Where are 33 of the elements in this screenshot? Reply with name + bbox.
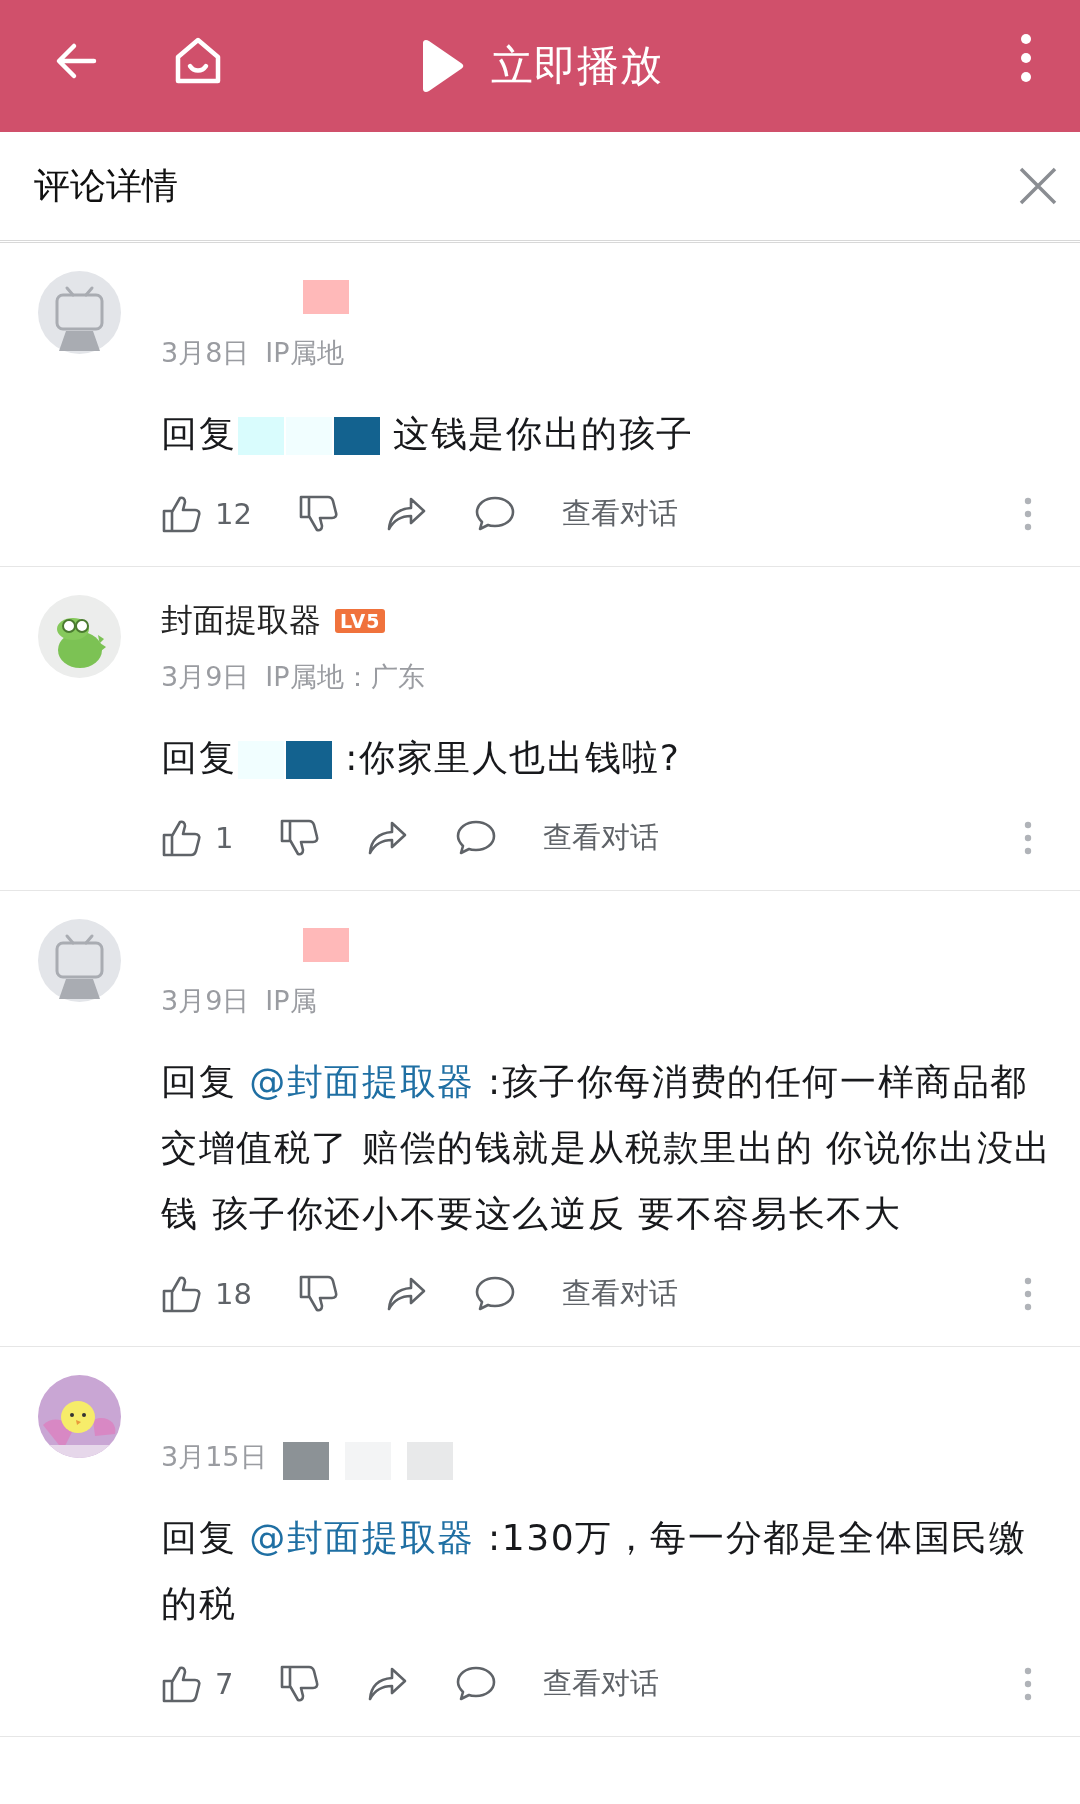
like-count: 7 — [215, 1667, 234, 1701]
comment-text: 回复 :你家里人也出钱啦? — [161, 736, 682, 781]
play-now-button[interactable]: 立即播放 — [491, 38, 663, 94]
thumbs-down-icon[interactable] — [297, 1273, 340, 1315]
comment-date: 3月15日 — [161, 1440, 267, 1474]
thumbs-up-icon[interactable] — [161, 817, 203, 859]
view-conversation-link[interactable]: 查看对话 — [543, 818, 660, 858]
comment-text: 回复 这钱是你出的孩子 — [161, 412, 696, 457]
comment-date: 3月9日 — [161, 660, 250, 694]
ip-location: IP属地：广东 — [265, 660, 425, 694]
like-count: 12 — [215, 497, 252, 531]
user-name[interactable]: 封面提取器 — [161, 599, 321, 643]
like-count: 18 — [215, 1277, 252, 1311]
view-conversation-link[interactable]: 查看对话 — [561, 1274, 678, 1314]
thumbs-up-icon[interactable] — [161, 493, 203, 535]
mention-link[interactable]: @封面提取器 — [249, 1061, 475, 1102]
level-badge: LV5 — [335, 609, 386, 633]
thumbs-up-icon[interactable] — [161, 1663, 203, 1705]
comment-text: 回复 @封面提取器 :孩子你每消费的任何一样商品都交增值税了 赔偿的钱就是从税款里出的 你说你出没出钱 孩子你还小不要这么逆反 要不容易长不大 — [161, 1060, 1053, 1236]
comment-date: 3月9日 — [161, 984, 250, 1018]
ip-location: IP属地 — [265, 336, 344, 370]
comment-date: 3月8日 — [161, 336, 250, 370]
view-conversation-link[interactable]: 查看对话 — [561, 494, 678, 534]
thumbs-down-icon[interactable] — [297, 493, 340, 535]
comment-text: 回复 @封面提取器 :130万，每一分都是全体国民缴的税 — [161, 1516, 1028, 1626]
view-conversation-link[interactable]: 查看对话 — [543, 1664, 660, 1704]
panel-title: 评论详情 — [34, 163, 178, 208]
ip-location: IP属 — [265, 984, 317, 1018]
thumbs-up-icon[interactable] — [161, 1273, 203, 1315]
mention-link[interactable]: @封面提取器 — [249, 1517, 475, 1558]
like-count: 1 — [215, 821, 234, 855]
more-icon[interactable] — [1020, 33, 1032, 83]
close-icon[interactable] — [1018, 166, 1058, 206]
